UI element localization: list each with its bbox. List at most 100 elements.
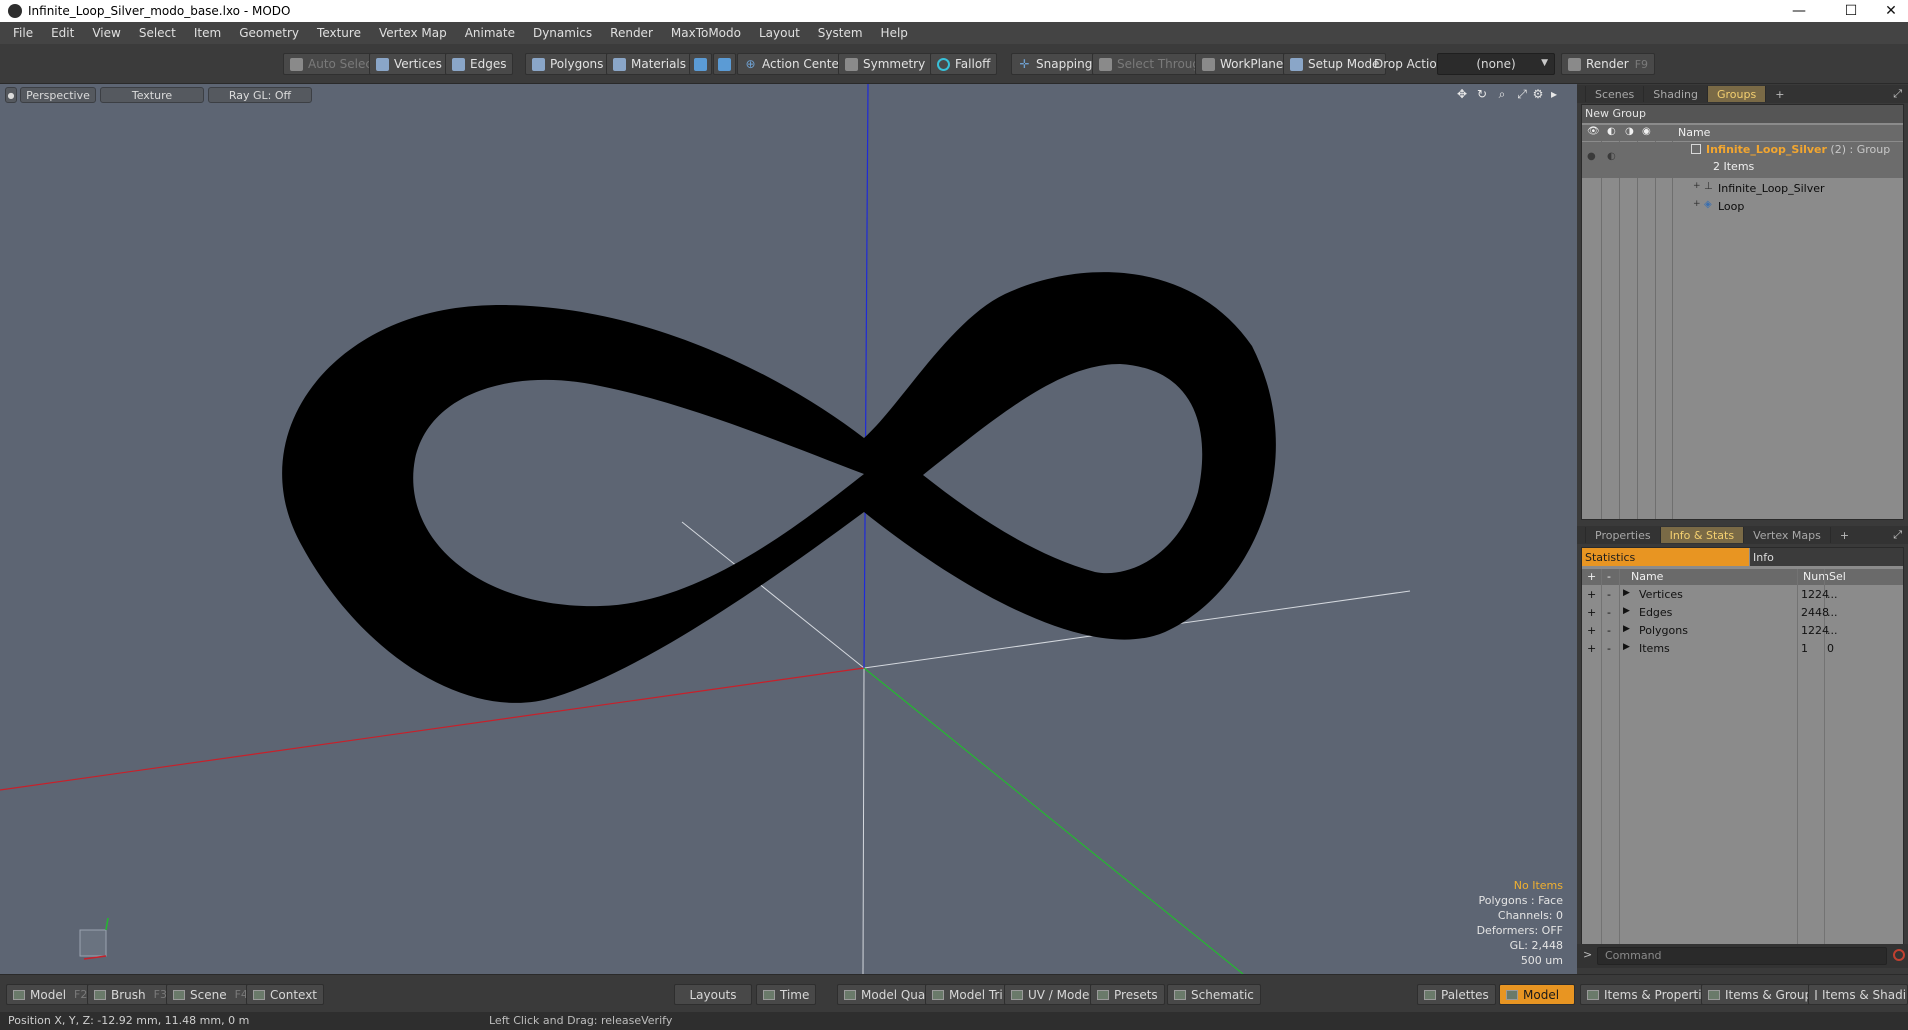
row-minus-icon[interactable]: - — [1607, 642, 1611, 655]
menu-edit[interactable]: Edit — [42, 26, 83, 40]
tab-groups[interactable]: Groups — [1707, 86, 1767, 102]
transform-tool-button[interactable] — [713, 53, 736, 75]
workplane-button[interactable]: WorkPlane — [1195, 53, 1291, 75]
edges-button[interactable]: Edges — [445, 53, 514, 75]
render-toggle-icon[interactable]: ◐ — [1607, 126, 1616, 137]
vertices-button[interactable]: Vertices — [369, 53, 449, 75]
perspective-tab[interactable]: Perspective — [20, 87, 96, 103]
group-child-row[interactable]: + ⊥ Infinite_Loop_Silver — [1582, 180, 1903, 198]
tab-properties[interactable]: Properties — [1586, 527, 1661, 543]
expand-arrow-icon[interactable]: ▶ — [1623, 588, 1630, 598]
menu-render[interactable]: Render — [601, 26, 662, 40]
menu-item[interactable]: Item — [185, 26, 230, 40]
model-tri-button[interactable]: Model Tri — [925, 984, 1010, 1005]
menu-texture[interactable]: Texture — [308, 26, 370, 40]
viewport-scene[interactable] — [0, 84, 1577, 974]
tab-scenes[interactable]: Scenes — [1586, 86, 1645, 102]
zoom-icon[interactable]: ⌕ — [1494, 86, 1510, 102]
time-button[interactable]: Time — [756, 984, 817, 1005]
render-button[interactable]: Render F9 — [1561, 53, 1656, 75]
select-tool-button[interactable] — [689, 53, 712, 75]
info-subtab[interactable]: Info — [1750, 548, 1903, 566]
statistics-panel[interactable]: Statistics Info + - Name Num Sel + - ▶ V… — [1581, 547, 1904, 945]
row-eye-icon[interactable]: ● — [1587, 151, 1596, 162]
materials-button[interactable]: Materials — [606, 53, 694, 75]
viewport-menu-dot[interactable]: ● — [5, 87, 17, 103]
collapse-all-icon[interactable]: - — [1607, 570, 1611, 583]
panel-menu-dot[interactable] — [1577, 527, 1586, 543]
scene-layout-button[interactable]: Scene F4 — [166, 984, 255, 1005]
model-tab-active[interactable]: Model — [1499, 984, 1575, 1005]
select-toggle-icon[interactable]: ◉ — [1642, 126, 1651, 137]
row-plus-icon[interactable]: + — [1587, 606, 1596, 619]
view-orientation-cube[interactable] — [79, 929, 107, 957]
palettes-button[interactable]: Palettes — [1417, 984, 1496, 1005]
brush-layout-button[interactable]: Brush F3 — [87, 984, 174, 1005]
expand-arrow-icon[interactable]: ▶ — [1623, 624, 1630, 634]
menu-maxtomodo[interactable]: MaxToModo — [662, 26, 750, 40]
close-button[interactable]: ✕ — [1868, 0, 1908, 22]
settings-gear-icon[interactable]: ⚙ — [1530, 86, 1546, 102]
row-minus-icon[interactable]: - — [1607, 624, 1611, 637]
new-group-button[interactable]: New Group — [1582, 105, 1903, 123]
menu-file[interactable]: File — [4, 26, 42, 40]
symmetry-button[interactable]: Symmetry — [838, 53, 933, 75]
row-plus-icon[interactable]: + — [1587, 624, 1596, 637]
uv-model-button[interactable]: UV / Model — [1004, 984, 1100, 1005]
rotate-icon[interactable]: ↻ — [1474, 86, 1490, 102]
row-render-icon[interactable]: ◐ — [1607, 151, 1616, 162]
panel-expand-icon[interactable]: ⤢ — [1893, 87, 1902, 101]
row-plus-icon[interactable]: + — [1587, 642, 1596, 655]
statistics-subtab[interactable]: Statistics — [1582, 548, 1749, 566]
schematic-button[interactable]: Schematic — [1167, 984, 1261, 1005]
drop-action-select[interactable]: (none) ▼ — [1437, 53, 1555, 75]
row-minus-icon[interactable]: - — [1607, 588, 1611, 601]
tab-shading[interactable]: Shading — [1644, 86, 1708, 102]
panel-menu-dot[interactable] — [1577, 86, 1586, 102]
context-layout-button[interactable]: Context — [246, 984, 325, 1005]
panel-expand-icon[interactable]: ⤢ — [1893, 528, 1902, 542]
fit-icon[interactable]: ⤢ — [1514, 86, 1530, 102]
row-plus-icon[interactable]: + — [1587, 588, 1596, 601]
menu-layout[interactable]: Layout — [750, 26, 809, 40]
infinity-loop-mesh[interactable] — [282, 272, 1276, 703]
groups-list[interactable]: New Group 👁 ◐ ◑ ◉ Name ● ◐ Infinite_Loop… — [1581, 104, 1904, 520]
expand-arrow-icon[interactable]: ▸ — [1546, 86, 1562, 102]
layouts-button[interactable]: Layouts — [674, 984, 752, 1005]
stat-row-items[interactable]: + - ▶ Items 1 0 — [1582, 640, 1903, 658]
visibility-eye-icon[interactable]: 👁 — [1587, 126, 1600, 137]
items-groups-button[interactable]: Items & Groups — [1701, 984, 1826, 1005]
menu-view[interactable]: View — [83, 26, 129, 40]
expand-arrow-icon[interactable]: ▶ — [1623, 642, 1630, 652]
snapping-button[interactable]: ✛ Snapping — [1011, 53, 1100, 75]
menu-animate[interactable]: Animate — [456, 26, 524, 40]
action-center-button[interactable]: ⊕ Action Center — [737, 53, 851, 75]
pan-icon[interactable]: ✥ — [1454, 86, 1470, 102]
group-child-row[interactable]: + ◈ Loop — [1582, 198, 1903, 216]
items-shading-button[interactable]: Items & Shading — [1808, 984, 1908, 1005]
menu-system[interactable]: System — [809, 26, 872, 40]
menu-geometry[interactable]: Geometry — [230, 26, 308, 40]
ray-gl-tab[interactable]: Ray GL: Off — [208, 87, 312, 103]
expand-all-icon[interactable]: + — [1587, 570, 1596, 583]
stat-row-polygons[interactable]: + - ▶ Polygons 1224 ... — [1582, 622, 1903, 640]
tab-vertex-maps[interactable]: Vertex Maps — [1744, 527, 1831, 543]
add-tab-button[interactable]: + — [1831, 527, 1858, 543]
presets-button[interactable]: Presets — [1090, 984, 1165, 1005]
menu-dynamics[interactable]: Dynamics — [524, 26, 601, 40]
menu-vertex-map[interactable]: Vertex Map — [370, 26, 456, 40]
add-tab-button[interactable]: + — [1766, 86, 1793, 102]
menu-select[interactable]: Select — [130, 26, 185, 40]
record-icon[interactable] — [1893, 949, 1905, 961]
stat-row-edges[interactable]: + - ▶ Edges 2448 ... — [1582, 604, 1903, 622]
menu-help[interactable]: Help — [872, 26, 917, 40]
expand-arrow-icon[interactable]: ▶ — [1623, 606, 1630, 616]
polygons-button[interactable]: Polygons — [525, 53, 611, 75]
setup-mode-button[interactable]: Setup Mode — [1283, 53, 1387, 75]
stat-row-vertices[interactable]: + - ▶ Vertices 1224 ... — [1582, 586, 1903, 604]
group-row-infinite-loop[interactable]: ● ◐ Infinite_Loop_Silver (2) : Group 2 I… — [1582, 142, 1903, 178]
row-minus-icon[interactable]: - — [1607, 606, 1611, 619]
command-input[interactable]: Command — [1597, 947, 1887, 965]
lock-icon[interactable]: ◑ — [1625, 126, 1634, 137]
tab-info-stats[interactable]: Info & Stats — [1660, 527, 1745, 543]
